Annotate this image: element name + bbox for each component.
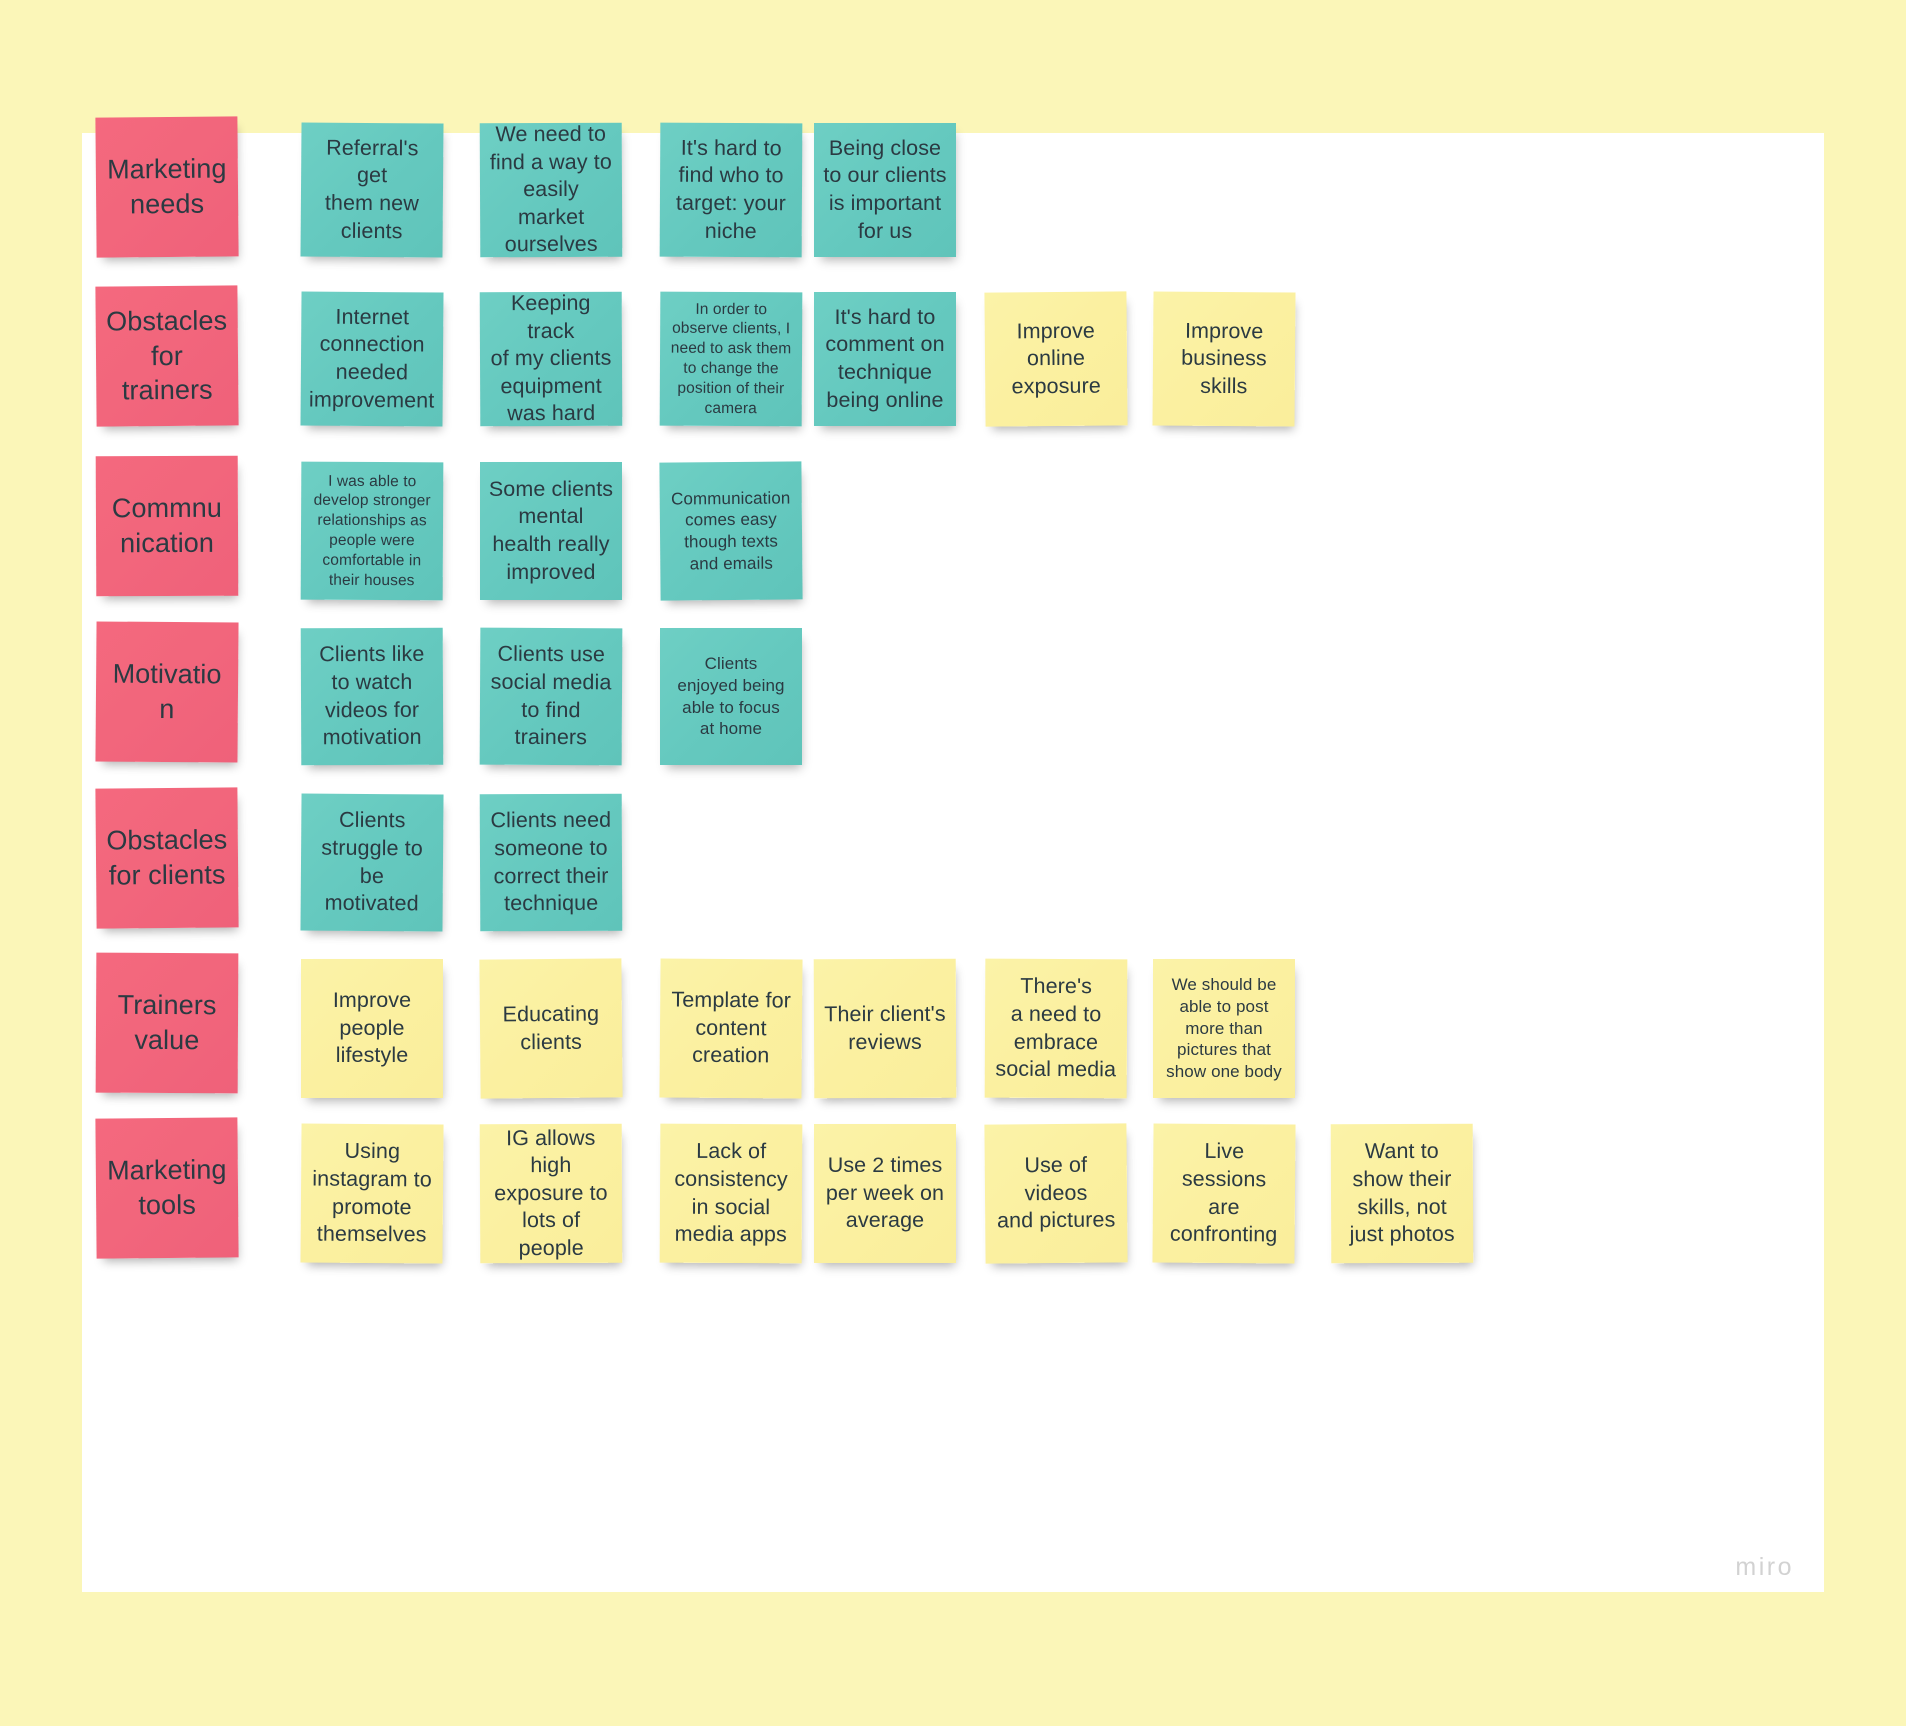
sticky-note-text: Referral's get them new clients xyxy=(324,135,419,243)
sticky-note[interactable]: Communication comes easy though texts an… xyxy=(659,461,803,601)
sticky-note-text: Their client's reviews xyxy=(824,1001,946,1054)
sticky-note[interactable]: Educating clients xyxy=(479,958,623,1099)
category-note-text: Marketing tools xyxy=(106,1154,227,1221)
sticky-note-text: Lack of consistency in social media apps xyxy=(674,1139,788,1247)
sticky-note[interactable]: Use of videos and pictures xyxy=(984,1123,1128,1264)
category-note-text: Trainers value xyxy=(117,990,217,1056)
sticky-note-text: Communication comes easy though texts an… xyxy=(670,487,791,574)
sticky-note[interactable]: Their client's reviews xyxy=(813,958,957,1099)
sticky-note-text: In order to observe clients, I need to a… xyxy=(670,300,792,417)
sticky-note-text: Clients struggle to be motivated xyxy=(321,808,423,916)
sticky-note[interactable]: IG allows high exposure to lots of peopl… xyxy=(479,1123,623,1264)
sticky-note[interactable]: In order to observe clients, I need to a… xyxy=(659,291,803,427)
category-note[interactable]: Motivatio n xyxy=(95,621,239,763)
sticky-note[interactable]: Using instagram to promote themselves xyxy=(300,1123,444,1264)
sticky-note-text: We should be able to post more than pict… xyxy=(1166,975,1282,1082)
sticky-note[interactable]: Template for content creation xyxy=(659,958,803,1099)
sticky-note[interactable]: We should be able to post more than pict… xyxy=(1153,959,1295,1098)
category-note[interactable]: Marketing needs xyxy=(95,116,239,258)
sticky-note[interactable]: Lack of consistency in social media apps xyxy=(659,1123,803,1264)
sticky-note[interactable]: Referral's get them new clients xyxy=(300,122,444,258)
sticky-note-text: Use 2 times per week on average xyxy=(825,1153,945,1233)
category-note-text: Commnu nication xyxy=(111,493,223,559)
sticky-note[interactable]: Internet connection needed improvement xyxy=(300,291,444,427)
category-note-text: Motivatio n xyxy=(112,659,222,725)
board-canvas[interactable]: Marketing needs Referral's get them new c… xyxy=(82,116,1824,1592)
sticky-note-text: IG allows high exposure to lots of peopl… xyxy=(494,1125,608,1260)
category-note-text: Marketing needs xyxy=(106,153,227,220)
sticky-note[interactable]: It's hard to comment on technique being … xyxy=(814,292,956,426)
category-note[interactable]: Obstacles for clients xyxy=(95,787,239,929)
miro-logo: miro xyxy=(1735,1553,1794,1581)
sticky-note[interactable]: Want to show their skills, not just phot… xyxy=(1330,1123,1474,1264)
category-note[interactable]: Commnu nication xyxy=(95,455,239,597)
sticky-note[interactable]: We need to find a way to easily market o… xyxy=(479,122,623,258)
sticky-note[interactable]: Clients need someone to correct their te… xyxy=(479,793,623,932)
sticky-note-text: Improve business skills xyxy=(1181,318,1267,398)
sticky-note[interactable]: There's a need to embrace social media xyxy=(984,958,1128,1099)
category-note-text: Obstacles for clients xyxy=(106,824,228,891)
sticky-note-text: Internet connection needed improvement xyxy=(308,304,435,413)
sticky-note-text: I was able to develop stronger relations… xyxy=(313,472,431,589)
sticky-note-text: Educating clients xyxy=(502,1001,600,1054)
sticky-note[interactable]: I was able to develop stronger relations… xyxy=(300,461,444,601)
sticky-note[interactable]: Live sessions are confronting xyxy=(1152,1123,1296,1264)
sticky-note[interactable]: Clients struggle to be motivated xyxy=(300,793,444,932)
sticky-note-text: Clients need someone to correct their te… xyxy=(490,808,612,916)
sticky-note[interactable]: Clients enjoyed being able to focus at h… xyxy=(660,628,802,765)
category-note[interactable]: Marketing tools xyxy=(95,1117,239,1259)
category-note[interactable]: Obstacles for trainers xyxy=(95,285,239,427)
sticky-note-text: Being close to our clients is important … xyxy=(823,135,947,243)
sticky-note[interactable]: Clients like to watch videos for motivat… xyxy=(300,627,444,766)
category-note[interactable]: Trainers value xyxy=(95,952,239,1094)
sticky-note-text: Clients use social media to find trainer… xyxy=(490,642,612,750)
sticky-note-text: Template for content creation xyxy=(671,987,792,1068)
sticky-note-text: Use of videos and pictures xyxy=(996,1152,1116,1233)
sticky-note[interactable]: Use 2 times per week on average xyxy=(814,1124,956,1263)
sticky-note[interactable]: Being close to our clients is important … xyxy=(814,123,956,257)
sticky-note[interactable]: Some clients mental health really improv… xyxy=(480,462,622,600)
sticky-note-text: Keeping track of my clients equipment wa… xyxy=(490,291,612,426)
sticky-note-grid: Marketing needs Referral's get them new c… xyxy=(82,116,1824,1592)
sticky-note-text: Improve online exposure xyxy=(1011,318,1101,399)
sticky-note-text: Using instagram to promote themselves xyxy=(312,1139,432,1247)
sticky-note-text: It's hard to find who to target: your ni… xyxy=(675,135,786,243)
sticky-note-text: Want to show their skills, not just phot… xyxy=(1349,1139,1455,1247)
sticky-note-text: Improve people lifestyle xyxy=(332,988,412,1068)
category-note-text: Obstacles for trainers xyxy=(106,305,228,406)
sticky-note[interactable]: Improve online exposure xyxy=(984,291,1128,427)
sticky-note[interactable]: Clients use social media to find trainer… xyxy=(479,627,623,766)
sticky-note-text: It's hard to comment on technique being … xyxy=(825,304,945,412)
sticky-note[interactable]: Improve people lifestyle xyxy=(301,959,443,1098)
sticky-note-text: Clients enjoyed being able to focus at h… xyxy=(677,654,785,739)
sticky-note-text: We need to find a way to easily market o… xyxy=(489,122,612,257)
sticky-note-text: There's a need to embrace social media xyxy=(995,974,1117,1082)
sticky-note[interactable]: It's hard to find who to target: your ni… xyxy=(659,122,803,258)
sticky-note-text: Clients like to watch videos for motivat… xyxy=(319,642,425,750)
sticky-note-text: Live sessions are confronting xyxy=(1169,1139,1278,1247)
sticky-note[interactable]: Improve business skills xyxy=(1152,291,1296,427)
sticky-note-text: Some clients mental health really improv… xyxy=(488,476,614,584)
sticky-note[interactable]: Keeping track of my clients equipment wa… xyxy=(479,291,623,427)
